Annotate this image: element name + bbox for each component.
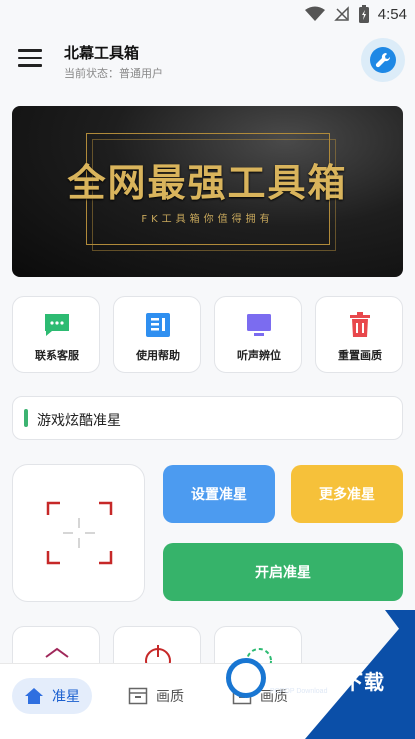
sound-locate-button[interactable]: 听声辨位 [214, 296, 302, 373]
enable-crosshair-button[interactable]: 开启准星 [163, 543, 403, 601]
selector-label: 游戏炫酷准星 [37, 413, 121, 429]
wrench-icon [370, 47, 396, 73]
user-status: 当前状态：普通用户 [64, 67, 163, 80]
chat-icon [45, 314, 69, 336]
wifi-icon [304, 6, 325, 21]
quick-action-label: 联系客服 [35, 349, 79, 362]
nav-tab-quality[interactable]: 画质 [128, 678, 184, 714]
trash-icon [350, 312, 370, 337]
home-icon [25, 688, 43, 704]
crosshair-game-selector[interactable]: 游戏炫酷准星 [12, 396, 403, 440]
set-crosshair-button[interactable]: 设置准星 [163, 465, 275, 523]
monitor-icon [247, 314, 271, 336]
quick-action-label: 重置画质 [338, 349, 382, 362]
nav-tab-label: 画质 [156, 689, 184, 705]
crosshair-preview[interactable] [12, 464, 145, 602]
watermark-sub: PCPOP Download [270, 688, 328, 695]
pcpop-logo-icon [226, 658, 266, 698]
nav-tab-label: 准星 [52, 689, 80, 705]
app-title: 北幕工具箱 [64, 44, 140, 62]
banner-subtitle: FK工具箱你值得拥有 [141, 214, 274, 225]
banner-title: 全网最强工具箱 [67, 160, 348, 205]
tools-button[interactable] [361, 38, 405, 82]
nav-tab-crosshair[interactable]: 准星 [12, 678, 92, 714]
app-bar: 北幕工具箱 当前状态：普通用户 [0, 30, 415, 92]
menu-icon[interactable] [18, 49, 42, 69]
battery-icon [358, 5, 369, 23]
status-bar: 4:54 [0, 0, 415, 30]
reset-quality-button[interactable]: 重置画质 [315, 296, 403, 373]
quick-action-label: 使用帮助 [136, 349, 180, 362]
quick-action-label: 听声辨位 [237, 349, 281, 362]
selector-accent-bar [24, 409, 28, 427]
no-signal-icon [333, 6, 349, 21]
more-crosshair-button[interactable]: 更多准星 [291, 465, 403, 523]
contact-support-button[interactable]: 联系客服 [12, 296, 100, 373]
box-icon [128, 687, 148, 705]
help-doc-icon [146, 313, 170, 337]
help-button[interactable]: 使用帮助 [113, 296, 201, 373]
crosshair-icon [46, 501, 113, 565]
clock: 4:54 [377, 5, 407, 23]
promo-banner[interactable]: 全网最强工具箱 FK工具箱你值得拥有 [12, 106, 403, 277]
